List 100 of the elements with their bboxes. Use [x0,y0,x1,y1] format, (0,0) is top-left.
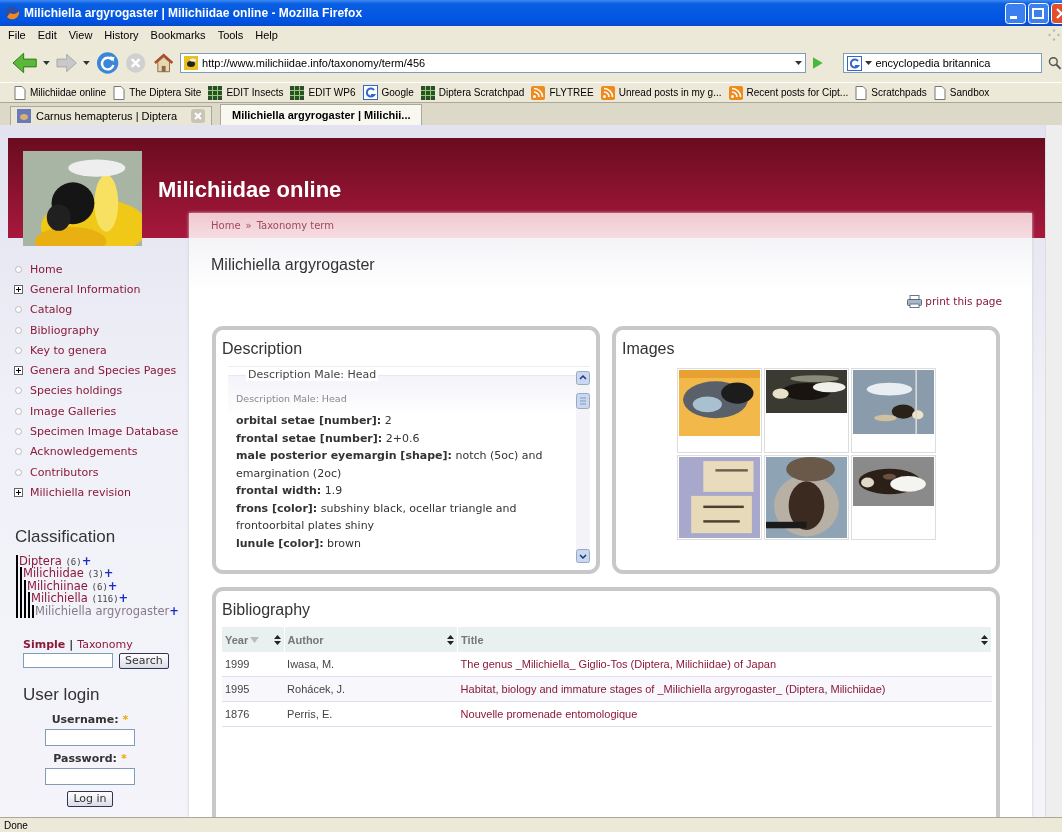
bookmark[interactable]: Sandbox [933,85,990,100]
bookmark[interactable]: EDIT Insects [208,85,284,100]
count: (6) [65,556,82,567]
expand-icon[interactable] [14,366,23,376]
menu-item[interactable]: File [2,29,32,41]
menu-item[interactable]: History [98,29,145,41]
sort-icon[interactable] [981,634,988,645]
caret-icon [83,61,91,65]
search-icon[interactable] [1048,56,1062,70]
column-header[interactable]: Author [284,627,458,652]
menu-item[interactable]: Tools [211,29,250,41]
add-link[interactable]: + [169,603,179,618]
printer-icon[interactable] [907,294,923,308]
column-header[interactable]: Year [222,627,285,652]
caret-icon [794,61,802,65]
thumbnail-frame[interactable] [850,368,936,453]
menu-item[interactable]: Bookmarks [144,29,212,41]
bookmark[interactable]: EDIT WP6 [290,85,356,100]
column-header[interactable]: Title [457,627,992,652]
input-field[interactable] [45,728,135,746]
address-bar[interactable]: http://www.milichiidae.info/taxonomy/term/456 [180,53,806,73]
nav-link[interactable]: Catalog [30,303,73,317]
field-label: Password: [53,751,117,765]
nav-link[interactable]: Contributors [30,465,99,479]
section-heading: User login [23,684,100,705]
table-cell: Rohácek, J. [287,683,346,695]
print-link[interactable]: print this page [925,295,1002,307]
sort-icon[interactable] [447,634,455,645]
bullet-icon [15,468,22,476]
menu-item[interactable]: Edit [31,29,63,41]
scroll-thumb[interactable] [576,393,590,409]
search-engine-icon [847,55,863,71]
minimize-icon[interactable] [1005,2,1026,24]
bullet-icon [15,346,22,354]
panel-title: Images [621,339,676,359]
nav-link[interactable]: Bibliography [30,323,100,337]
nav-link[interactable]: Image Galleries [30,404,117,418]
add-link[interactable]: + [107,578,118,593]
bookmark[interactable]: Diptera Scratchpad [420,85,525,100]
subtitle: Description Male: Head [236,393,348,404]
tree-link[interactable]: Diptera [19,553,62,568]
tree-link[interactable]: Milichiinae [27,578,88,593]
title-link[interactable]: The genus _Milichiella_ Giglio-Tos (Diptera, Milichiidae) of Japan [460,658,777,670]
input-field[interactable] [45,767,135,785]
tree-link[interactable]: Milichiidae [23,566,84,581]
bookmark[interactable]: Recent posts for Cipt... [728,85,849,100]
sort-icon[interactable] [273,634,281,645]
nav-link[interactable]: Specimen Image Database [30,425,179,438]
menu-item[interactable]: View [62,29,99,41]
bullet-icon [15,326,22,334]
bookmark[interactable]: FLYTREE [531,85,594,100]
nav-link[interactable]: Key to genera [30,343,107,357]
page-icon [14,85,26,100]
title-link[interactable]: Nouvelle promenade entomologique [460,708,638,720]
breadcrumb-link[interactable]: Taxonomy term [256,220,334,231]
nav-link[interactable]: Species holdings [30,384,123,398]
nav-link[interactable]: Milichiella revision [30,485,131,499]
add-link[interactable]: + [118,591,129,606]
add-link[interactable]: + [81,553,92,568]
back-icon[interactable] [12,52,38,74]
expand-icon[interactable] [14,487,23,497]
bookmark[interactable]: Google [362,85,414,100]
menu-item[interactable]: Help [249,29,284,41]
table-cell: Perris, E. [287,708,333,720]
login-button[interactable]: Log in [67,790,113,807]
reload-icon[interactable] [96,51,120,75]
scroll-up-icon[interactable] [576,371,590,385]
thumbnail-frame[interactable] [763,368,849,453]
bookmark[interactable]: Scratchpads [855,85,927,100]
tree-link[interactable]: Milichiella [31,591,88,606]
tab[interactable]: Milichiella argyrogaster | Milichii... [220,104,422,125]
site-name[interactable]: Milichiidae online [158,177,342,203]
nav-link[interactable]: Genera and Species Pages [30,364,177,378]
thumbnail-frame[interactable] [676,368,762,453]
nav-link[interactable]: Acknowledgements [30,445,138,459]
search-bar[interactable]: encyclopedia britannica [843,53,1043,73]
bookmark[interactable]: Unread posts in my g... [600,85,722,100]
search-mode-link[interactable]: Taxonomy [77,637,133,651]
bullet-icon [15,306,22,314]
expand-icon[interactable] [14,284,23,294]
breadcrumb-link[interactable]: Home [211,220,241,231]
tab[interactable]: Carnus hemapterus | Diptera [10,106,212,125]
search-mode-link[interactable]: Simple [23,637,66,651]
tree-link[interactable]: Milichiella argyrogaster [35,603,170,618]
field-label: Username: [51,712,119,726]
column-label: Year [225,633,249,646]
add-link[interactable]: + [103,566,114,581]
scroll-down-icon[interactable] [576,549,590,563]
maximize-icon[interactable] [1028,2,1049,24]
home-icon[interactable] [152,52,175,74]
search-button[interactable]: Search [119,652,169,669]
search-field[interactable] [23,652,113,668]
bookmark[interactable]: The Diptera Site [113,85,202,100]
required-mark: * [120,751,127,765]
bookmark[interactable]: Milichiidae online [14,85,107,100]
thumbnail-frame[interactable] [850,455,936,540]
nav-link[interactable]: Home [30,262,63,276]
nav-link[interactable]: General Information [30,282,141,296]
page-title: Milichiella argyrogaster [211,255,375,274]
grid-icon [420,85,435,100]
